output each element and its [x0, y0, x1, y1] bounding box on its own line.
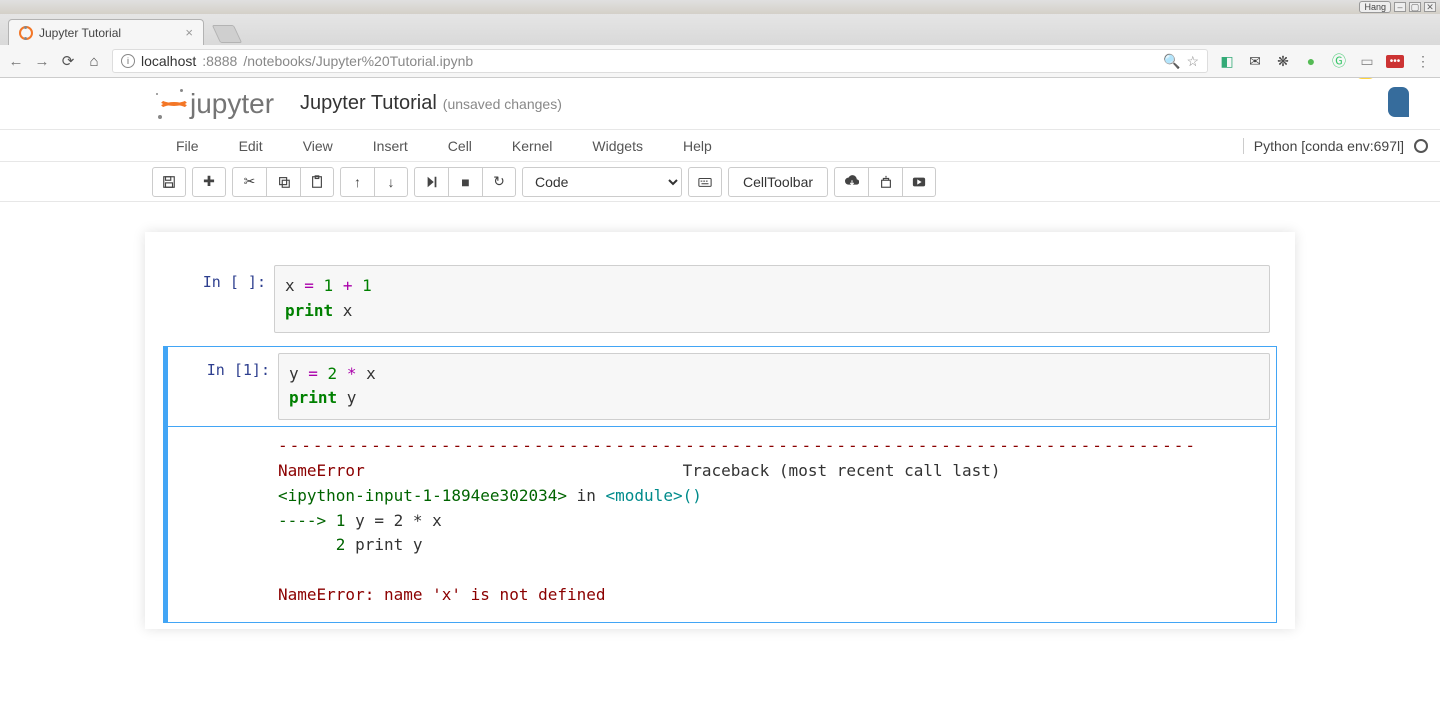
python-logo-icon [1382, 83, 1424, 125]
reload-icon[interactable]: ⟳ [60, 52, 76, 70]
jupyter-logo[interactable]: jupyter [156, 88, 274, 120]
menu-view[interactable]: View [283, 132, 353, 160]
mail-icon[interactable]: ✉ [1246, 53, 1264, 70]
tab-title: Jupyter Tutorial [39, 26, 121, 40]
interrupt-button[interactable]: ■ [448, 167, 482, 197]
code-cell[interactable]: In [ ]: x = 1 + 1print x [163, 258, 1277, 340]
lastpass-icon[interactable]: ••• [1386, 55, 1404, 68]
browser-menu-icon[interactable]: ⋮ [1414, 53, 1432, 70]
user-pill: Hang [1359, 1, 1391, 13]
cell-toolbar-button[interactable]: CellToolbar [728, 167, 828, 197]
command-palette-button[interactable] [688, 167, 722, 197]
ext-icon-green[interactable]: ● [1302, 53, 1320, 69]
output-prompt [168, 426, 278, 616]
error-output: ----------------------------------------… [278, 426, 1270, 616]
menu-insert[interactable]: Insert [353, 132, 428, 160]
kernel-indicator: Python [conda env:697l] [1243, 138, 1428, 154]
window-close-icon[interactable]: ✕ [1424, 2, 1436, 12]
presentation-button[interactable] [902, 167, 936, 197]
new-tab-button[interactable] [212, 25, 242, 43]
grammarly-icon[interactable]: Ⓖ [1330, 51, 1348, 71]
menu-kernel[interactable]: Kernel [492, 132, 572, 160]
notebook-save-status: (unsaved changes) [443, 96, 562, 112]
window-min-icon[interactable]: – [1394, 2, 1406, 12]
move-up-button[interactable]: ↑ [340, 167, 374, 197]
output-cell: ----------------------------------------… [163, 426, 1277, 623]
ext-icon-1[interactable]: ◧ [1218, 53, 1236, 70]
notebook-body: In [ ]: x = 1 + 1print x In [1]: y = 2 *… [145, 232, 1295, 629]
menu-help[interactable]: Help [663, 132, 732, 160]
jupyter-favicon-icon [19, 26, 33, 40]
notebook-title[interactable]: Jupyter Tutorial [300, 92, 437, 115]
code-input[interactable]: x = 1 + 1print x [274, 265, 1270, 333]
nbextensions-button[interactable] [868, 167, 902, 197]
browser-tabs: Jupyter Tutorial × [0, 14, 1440, 45]
input-prompt: In [ ]: [164, 265, 274, 333]
home-icon[interactable]: ⌂ [86, 53, 102, 70]
url-path: /notebooks/Jupyter%20Tutorial.ipynb [243, 53, 473, 69]
tab-close-icon[interactable]: × [185, 25, 193, 40]
download-button[interactable] [834, 167, 868, 197]
save-button[interactable] [152, 167, 186, 197]
notebook-header: jupyter Jupyter Tutorial (unsaved change… [0, 78, 1440, 130]
zoom-icon[interactable]: 🔍 [1163, 53, 1180, 70]
jupyter-orb-icon [156, 89, 186, 119]
restart-button[interactable]: ↻ [482, 167, 516, 197]
copy-button[interactable] [266, 167, 300, 197]
bookmark-star-icon[interactable]: ☆ [1186, 53, 1199, 70]
menubar: File Edit View Insert Cell Kernel Widget… [0, 130, 1440, 162]
site-info-icon[interactable]: i [121, 54, 135, 68]
insert-cell-below-button[interactable]: ✚ [192, 167, 226, 197]
evernote-icon[interactable]: ❋ [1274, 53, 1292, 70]
nav-forward-icon: → [34, 53, 50, 70]
input-prompt: In [1]: [168, 353, 278, 421]
paste-button[interactable] [300, 167, 334, 197]
code-input[interactable]: y = 2 * xprint y [278, 353, 1270, 421]
code-cell-selected[interactable]: In [1]: y = 2 * xprint y [163, 346, 1277, 428]
url-host: localhost [141, 53, 196, 69]
menu-widgets[interactable]: Widgets [572, 132, 663, 160]
kernel-idle-icon [1414, 139, 1428, 153]
url-port: :8888 [202, 53, 237, 69]
menu-file[interactable]: File [156, 132, 219, 160]
window-max-icon[interactable]: ▢ [1409, 2, 1421, 12]
cut-button[interactable]: ✂ [232, 167, 266, 197]
ext-icon-chat[interactable]: ▭ [1358, 53, 1376, 70]
menu-edit[interactable]: Edit [219, 132, 283, 160]
page-content: jupyter Jupyter Tutorial (unsaved change… [0, 78, 1440, 705]
cell-type-select[interactable]: Code [522, 167, 682, 197]
browser-toolbar: ← → ⟳ ⌂ i localhost :8888/notebooks/Jupyt… [0, 45, 1440, 78]
address-bar[interactable]: i localhost :8888/notebooks/Jupyter%20Tut… [112, 49, 1208, 73]
toolbar: ✚ ✂ ↑ ↓ ■ ↻ Code CellToolbar [0, 162, 1440, 202]
run-button[interactable] [414, 167, 448, 197]
browser-tab-active[interactable]: Jupyter Tutorial × [8, 19, 204, 45]
jupyter-wordmark: jupyter [190, 88, 274, 120]
nav-back-icon[interactable]: ← [8, 53, 24, 70]
os-titlebar: Hang – ▢ ✕ [0, 0, 1440, 14]
menu-cell[interactable]: Cell [428, 132, 492, 160]
move-down-button[interactable]: ↓ [374, 167, 408, 197]
kernel-name: Python [conda env:697l] [1254, 138, 1404, 154]
